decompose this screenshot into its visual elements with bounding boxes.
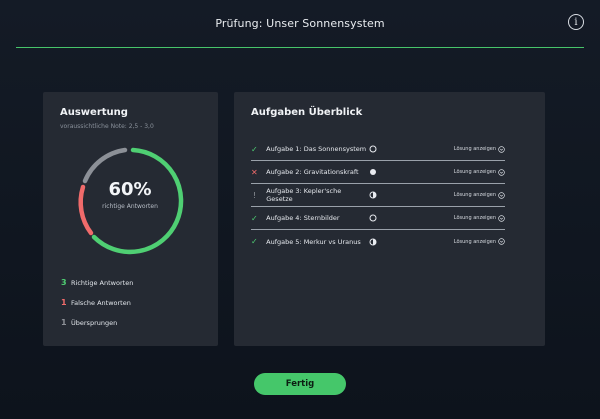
info-icon[interactable]: i bbox=[568, 14, 584, 30]
task-row-4: ✓ Aufgabe 4: Sternbilder Lösung anzeigen bbox=[251, 207, 505, 230]
half-circle-icon bbox=[369, 238, 454, 246]
evaluation-title: Auswertung bbox=[60, 107, 128, 118]
score-percent-label: richtige Antworten bbox=[102, 203, 158, 210]
task-label: Aufgabe 1: Das Sonnensystem bbox=[266, 145, 367, 153]
stat-label: Richtige Antworten bbox=[71, 278, 134, 287]
exclamation-icon: ! bbox=[253, 190, 257, 200]
show-solution-label: Lösung anzeigen bbox=[453, 238, 496, 245]
task-row-2: ✕ Aufgabe 2: Gravitationskraft Lösung an… bbox=[251, 161, 505, 184]
task-row-5: ✓ Aufgabe 5: Merkur vs Uranus Lösung anz… bbox=[251, 230, 505, 253]
page-title: Prüfung: Unser Sonnensystem bbox=[215, 17, 385, 30]
task-label: Aufgabe 4: Sternbilder bbox=[266, 214, 340, 222]
cross-icon: ✕ bbox=[251, 167, 258, 177]
finish-button[interactable]: Fertig bbox=[254, 373, 346, 395]
show-solution-link[interactable]: Lösung anzeigen bbox=[453, 214, 505, 222]
header-divider bbox=[16, 47, 584, 48]
score-donut-chart bbox=[78, 147, 184, 255]
task-label: Aufgabe 2: Gravitationskraft bbox=[266, 168, 359, 176]
task-row-3: ! Aufgabe 3: Kepler'sche Gesetze Lösung … bbox=[251, 184, 505, 207]
chevron-down-icon bbox=[498, 168, 505, 176]
show-solution-link[interactable]: Lösung anzeigen bbox=[453, 145, 505, 153]
stat-skipped: 1 Übersprungen bbox=[61, 318, 117, 327]
donut-skipped-segment bbox=[82, 147, 128, 184]
stat-count: 3 bbox=[61, 278, 67, 287]
empty-circle-icon bbox=[369, 145, 454, 153]
task-row-1: ✓ Aufgabe 1: Das Sonnensystem Lösung anz… bbox=[251, 138, 505, 161]
task-label: Aufgabe 5: Merkur vs Uranus bbox=[266, 237, 361, 246]
show-solution-label: Lösung anzeigen bbox=[453, 215, 496, 221]
chevron-down-icon bbox=[498, 191, 505, 199]
stat-correct: 3 Richtige Antworten bbox=[61, 278, 133, 287]
show-solution-link[interactable]: Lösung anzeigen bbox=[453, 168, 505, 176]
donut-correct-segment bbox=[91, 147, 184, 255]
chevron-down-icon bbox=[498, 214, 505, 222]
grade-estimate: voraussichtliche Note: 2,5 - 3,0 bbox=[60, 123, 154, 130]
show-solution-label: Lösung anzeigen bbox=[453, 192, 496, 198]
stat-wrong: 1 Falsche Antworten bbox=[61, 298, 131, 307]
empty-circle-icon bbox=[369, 214, 454, 222]
filled-circle-icon bbox=[369, 168, 454, 176]
score-percent: 60% bbox=[108, 179, 152, 200]
check-icon: ✓ bbox=[251, 213, 258, 223]
task-label: Aufgabe 3: Kepler'sche Gesetze bbox=[266, 187, 342, 203]
stat-count: 1 bbox=[61, 318, 67, 327]
check-icon: ✓ bbox=[251, 237, 258, 246]
half-circle-icon bbox=[369, 191, 454, 199]
show-solution-link[interactable]: Lösung anzeigen bbox=[453, 191, 505, 199]
chevron-down-icon bbox=[498, 238, 505, 245]
header: Prüfung: Unser Sonnensystem i bbox=[0, 0, 600, 48]
evaluation-card: Auswertung voraussichtliche Note: 2,5 - … bbox=[43, 92, 218, 346]
show-solution-label: Lösung anzeigen bbox=[453, 146, 496, 152]
check-icon: ✓ bbox=[251, 144, 258, 154]
show-solution-link[interactable]: Lösung anzeigen bbox=[454, 238, 505, 245]
task-overview-card: Aufgaben Überblick ✓ Aufgabe 1: Das Sonn… bbox=[234, 92, 545, 346]
stat-count: 1 bbox=[61, 298, 67, 307]
chevron-down-icon bbox=[498, 145, 505, 153]
overview-title: Aufgaben Überblick bbox=[251, 107, 363, 118]
stat-label: Falsche Antworten bbox=[71, 298, 131, 307]
stat-label: Übersprungen bbox=[71, 318, 118, 327]
show-solution-label: Lösung anzeigen bbox=[453, 169, 496, 175]
